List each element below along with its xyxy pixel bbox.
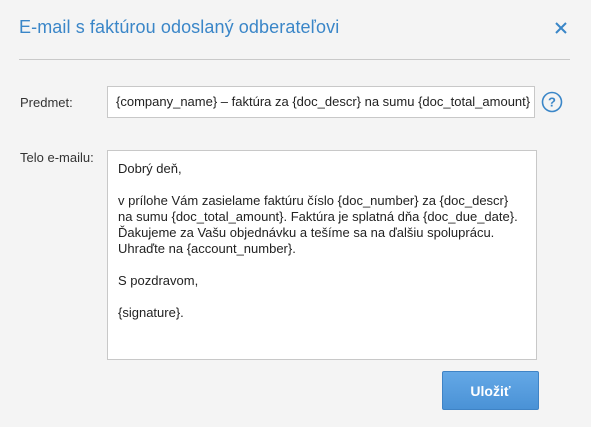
save-button[interactable]: Uložiť — [442, 371, 539, 410]
email-body-textarea[interactable]: Dobrý deň, v prílohe Vám zasielame faktú… — [107, 150, 537, 360]
subject-label: Predmet: — [20, 95, 73, 110]
body-line: Dobrý deň, — [118, 161, 182, 176]
title-divider — [19, 59, 570, 60]
email-dialog: E-mail s faktúrou odoslaný odberateľovi … — [0, 0, 591, 427]
dialog-title: E-mail s faktúrou odoslaný odberateľovi — [19, 17, 340, 37]
body-line: S pozdravom, — [118, 273, 199, 288]
body-line: {signature}. — [118, 305, 184, 320]
svg-text:?: ? — [548, 95, 556, 110]
help-icon[interactable]: ? — [541, 91, 563, 113]
body-line: Uhraďte na {account_number}. — [118, 241, 296, 256]
close-icon[interactable] — [551, 18, 571, 38]
subject-input[interactable]: {company_name} – faktúra za {doc_descr} … — [107, 86, 535, 118]
body-label: Telo e-mailu: — [20, 150, 94, 165]
body-line: v prílohe Vám zasielame faktúru číslo {d… — [118, 193, 509, 208]
body-line: Ďakujeme za Vašu objednávku a tešíme sa … — [118, 225, 495, 240]
body-line: na sumu {doc_total_amount}. Faktúra je s… — [118, 209, 518, 224]
